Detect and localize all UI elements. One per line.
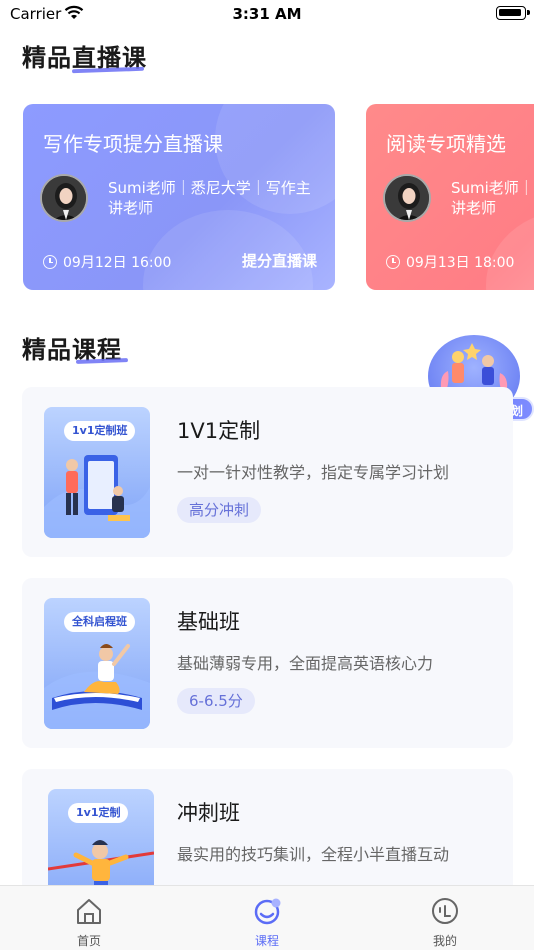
course-badge: 全科启程班 [64, 612, 135, 632]
live-time: 09月12日 16:00 [63, 255, 172, 271]
teacher-info: Sumi老师｜悉尼大学｜写作主讲老师 [451, 179, 534, 217]
tab-home[interactable]: 首页 [0, 886, 178, 950]
course-name: 冲刺班 [177, 801, 240, 825]
course-description: 最实用的技巧集训，全程小半直播互动 [177, 845, 450, 864]
course-description: 基础薄弱专用，全面提高英语核心力 [177, 654, 434, 673]
status-bar: Carrier 3:31 AM [0, 0, 534, 28]
home-icon [77, 899, 101, 924]
course-thumbnail: 1v1定制班 [44, 407, 150, 538]
live-time-row: 09月12日 16:00 [43, 252, 171, 272]
course-icon [254, 898, 281, 925]
tab-label: 首页 [76, 934, 101, 948]
profile-icon [432, 898, 458, 924]
battery-icon [496, 6, 530, 20]
teacher-avatar [383, 174, 431, 222]
teacher-info: Sumi老师｜悉尼大学｜写作主讲老师 [108, 179, 311, 217]
course-tag: 6-6.5分 [177, 688, 255, 714]
live-course-carousel[interactable]: 写作专项提分直播课 Sumi老师｜悉尼大学｜写作主讲老师 09月12日 16:0… [0, 104, 534, 292]
course-tag: 高分冲刺 [177, 497, 262, 523]
course-card[interactable]: 全科启程班 基础班 基础薄弱专用，全面提高英语核心力 6-6.5分 [22, 578, 513, 748]
course-name: 1V1定制 [177, 419, 261, 443]
course-card[interactable]: 1v1定制班 1V1定制 一对一针对性教学，指定专属学习计划 高分冲刺 [22, 387, 513, 557]
tab-bar: 首页 课程 我的 [0, 885, 534, 950]
course-description: 一对一针对性教学，指定专属学习计划 [177, 463, 450, 482]
tab-profile[interactable]: 我的 [356, 886, 534, 950]
teacher-avatar [40, 174, 88, 222]
live-tag: 提分直播课 [241, 252, 317, 270]
tab-label: 我的 [432, 934, 457, 948]
card-decoration [486, 210, 534, 290]
course-badge: 1v1定制班 [64, 421, 136, 441]
course-thumbnail: 全科启程班 [44, 598, 150, 729]
live-time-row: 09月13日 18:00 [386, 252, 514, 272]
live-time: 09月13日 18:00 [406, 255, 515, 271]
clock-icon [43, 255, 57, 269]
live-course-title: 写作专项提分直播课 [43, 132, 223, 156]
live-course-title: 阅读专项精选 [386, 132, 506, 156]
tab-label: 课程 [254, 934, 279, 948]
live-course-card[interactable]: 写作专项提分直播课 Sumi老师｜悉尼大学｜写作主讲老师 09月12日 16:0… [23, 104, 335, 290]
course-name: 基础班 [177, 610, 240, 634]
clock-time: 3:31 AM [232, 5, 302, 23]
live-course-card[interactable]: 阅读专项精选 Sumi老师｜悉尼大学｜写作主讲老师 09月13日 18:00 [366, 104, 534, 290]
course-badge: 1v1定制 [68, 803, 129, 823]
tab-course[interactable]: 课程 [178, 886, 356, 950]
clock-icon [386, 255, 400, 269]
